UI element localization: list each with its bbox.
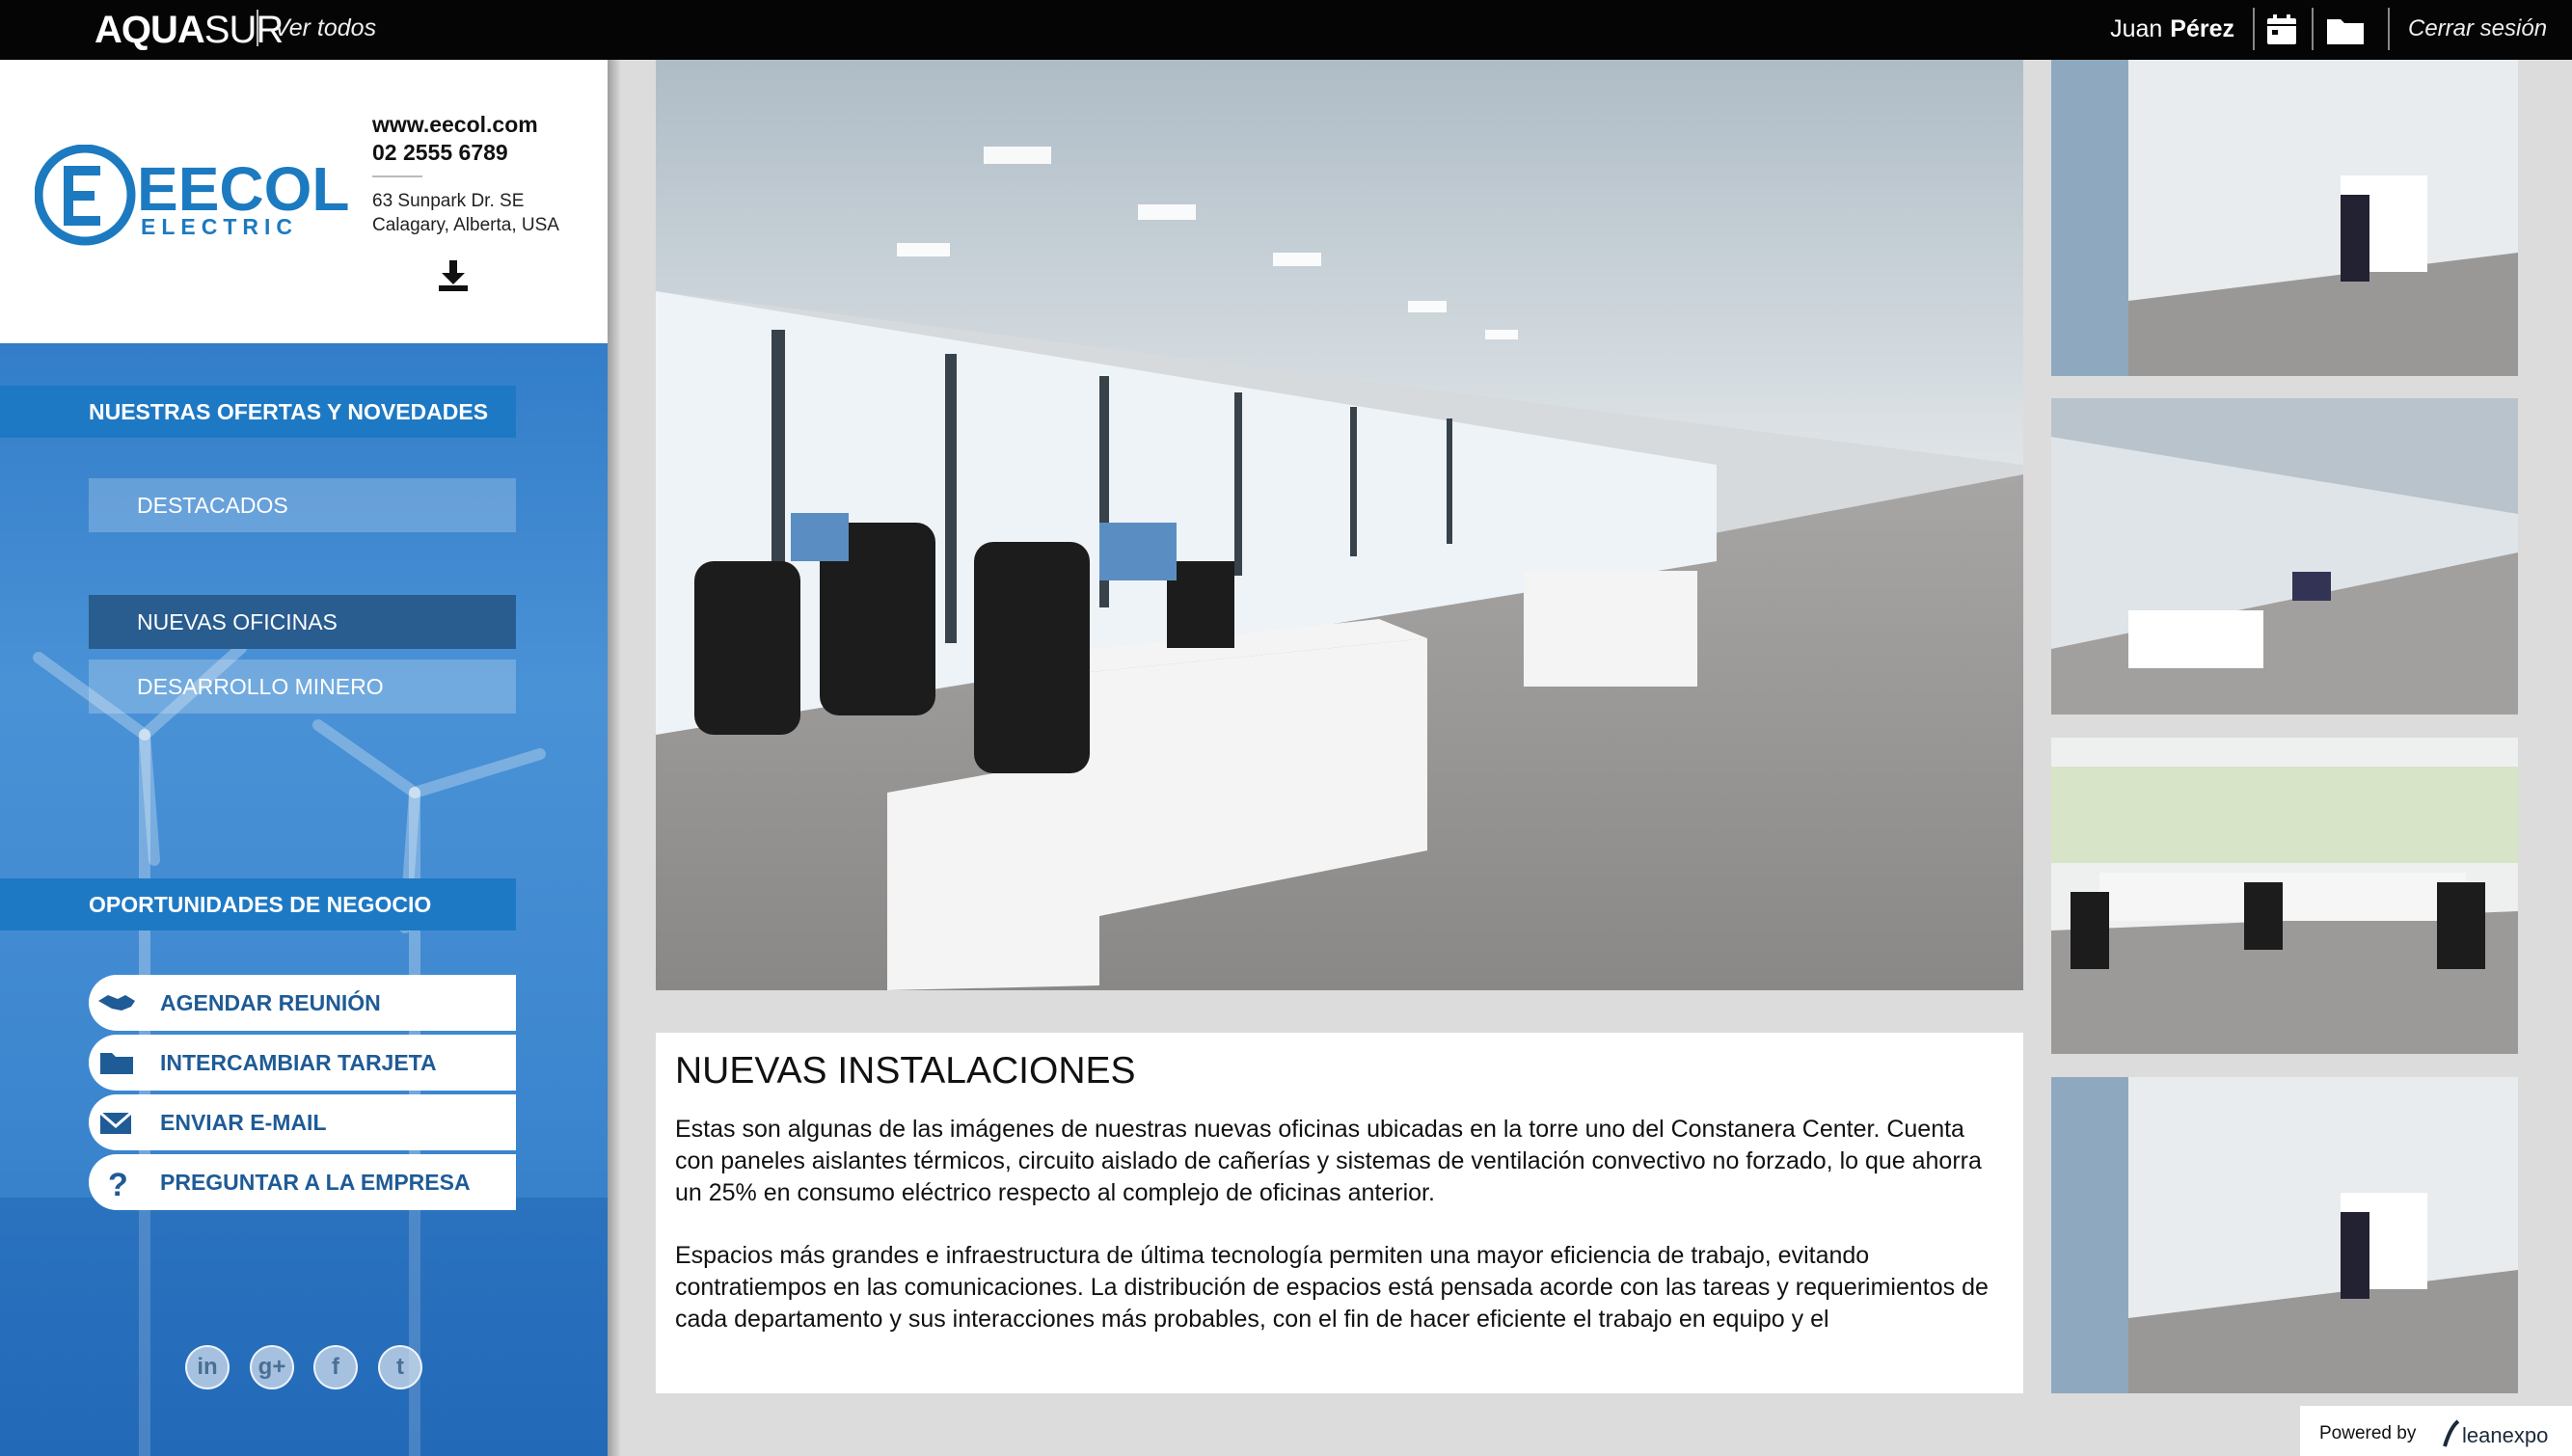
eecol-logo[interactable]: EECOL ELECTRIC (35, 145, 353, 260)
schedule-meeting-label: AGENDAR REUNIÓN (160, 990, 381, 1015)
folder-icon[interactable] (2325, 13, 2366, 46)
company-website[interactable]: www.eecol.com (372, 112, 538, 138)
question-icon: ? (108, 1167, 128, 1201)
article-panel: NUEVAS INSTALACIONES Estas son algunas d… (656, 1033, 2023, 1393)
powered-by-label: Powered by (2319, 1423, 2417, 1443)
exchange-card-label: INTERCAMBIAR TARJETA (160, 1050, 437, 1075)
divider (2253, 8, 2255, 50)
sidebar: EECOL ELECTRIC www.eecol.com 02 2555 678… (0, 60, 608, 1456)
article-paragraph: Estas son algunas de las imágenes de nue… (675, 1116, 1982, 1206)
powered-by-badge[interactable]: Powered by leanexpo (2300, 1406, 2572, 1456)
article-paragraph: Espacios más grandes e infraestructura d… (675, 1242, 1989, 1333)
leanexpo-logo: leanexpo (2443, 1419, 2548, 1447)
divider (2388, 8, 2390, 50)
article-title: NUEVAS INSTALACIONES (675, 1050, 1136, 1092)
thumbnail-4[interactable] (2051, 1077, 2518, 1393)
svg-text:?: ? (108, 1167, 128, 1201)
aquasur-logo[interactable]: AQUASUR (95, 9, 284, 52)
ask-company-label: PREGUNTAR A LA EMPRESA (160, 1170, 471, 1195)
offers-heading: NUESTRAS OFERTAS Y NOVEDADES (0, 386, 516, 438)
thumbnail-1[interactable] (2051, 60, 2518, 376)
twitter-icon[interactable]: t (378, 1345, 422, 1389)
exhibitor-card: EECOL ELECTRIC www.eecol.com 02 2555 678… (0, 60, 608, 343)
company-phone: 02 2555 6789 (372, 140, 508, 165)
download-icon[interactable] (436, 258, 471, 293)
top-bar: AQUASUR Ver todos Juan Pérez Cerrar sesió… (0, 0, 2572, 60)
menu-item-destacados[interactable]: DESTACADOS (89, 478, 516, 532)
envelope-icon (99, 1111, 132, 1134)
handshake-icon (98, 995, 135, 1011)
exchange-card-button[interactable]: INTERCAMBIAR TARJETA (89, 1035, 516, 1091)
divider (2312, 8, 2314, 50)
business-heading: OPORTUNIDADES DE NEGOCIO (0, 878, 516, 930)
logout-link[interactable]: Cerrar sesión (2408, 15, 2547, 42)
card-folder-icon (100, 1053, 133, 1074)
logo-subtext: ELECTRIC (141, 214, 298, 239)
linkedin-icon[interactable]: in (185, 1345, 230, 1389)
main-office-photo[interactable] (656, 60, 2023, 990)
ask-company-button[interactable]: ? PREGUNTAR A LA EMPRESA (89, 1154, 516, 1210)
send-email-label: ENVIAR E-MAIL (160, 1110, 327, 1135)
address-line-2: Calagary, Alberta, USA (372, 215, 559, 235)
calendar-icon[interactable] (2265, 13, 2298, 46)
facebook-icon[interactable]: f (313, 1345, 358, 1389)
send-email-button[interactable]: ENVIAR E-MAIL (89, 1094, 516, 1150)
see-all-link[interactable]: Ver todos (274, 14, 376, 42)
sidebar-shadow (608, 60, 621, 1456)
menu-item-desarrollo-minero[interactable]: DESARROLLO MINERO (89, 660, 516, 714)
schedule-meeting-button[interactable]: AGENDAR REUNIÓN (89, 975, 516, 1031)
menu-item-nuevas-oficinas[interactable]: NUEVAS OFICINAS (89, 595, 516, 649)
address-line-1: 63 Sunpark Dr. SE (372, 191, 525, 211)
thumbnail-2[interactable] (2051, 398, 2518, 715)
leanexpo-text: leanexpo (2462, 1423, 2548, 1447)
googleplus-icon[interactable]: g+ (250, 1345, 294, 1389)
divider (372, 175, 422, 177)
user-name: Juan Pérez (2110, 15, 2234, 42)
divider (257, 10, 258, 46)
thumbnail-3[interactable] (2051, 738, 2518, 1054)
